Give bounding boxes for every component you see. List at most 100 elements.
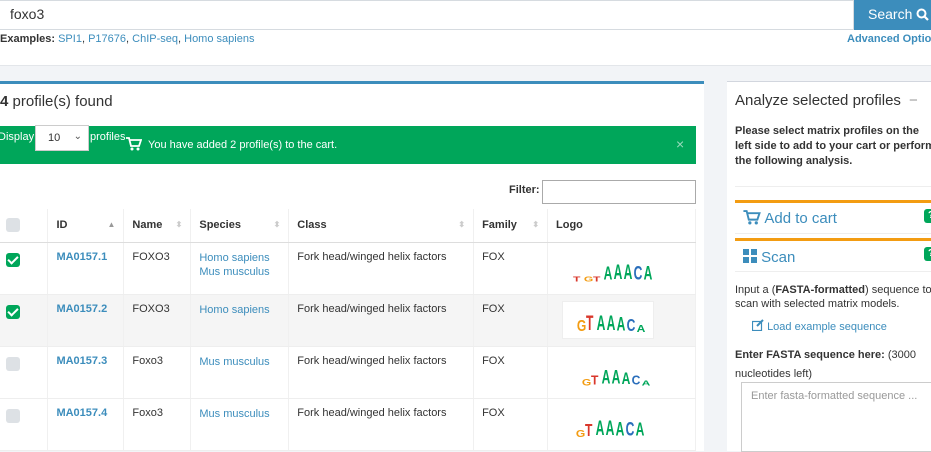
add-to-cart-section[interactable]: Add to cart ? <box>735 200 931 234</box>
logo-letter: T <box>585 419 593 440</box>
profile-name: FOXO3 <box>123 242 192 295</box>
sort-icon: ⬍ <box>458 220 466 229</box>
search-button[interactable]: Search <box>854 0 931 30</box>
logo-letter: C <box>626 314 636 335</box>
logo-letter: A <box>596 310 606 335</box>
profile-name: FOXO3 <box>123 294 192 347</box>
divider <box>735 186 931 187</box>
table-row[interactable]: MA0157.1 FOXO3 Homo sapiens Mus musculus … <box>0 242 696 295</box>
profile-id-link[interactable]: MA0157.1 <box>56 251 107 263</box>
load-example-link[interactable]: Load example sequence <box>751 319 887 333</box>
grid-icon <box>743 249 757 263</box>
species-link[interactable]: Mus musculus <box>199 355 288 369</box>
table-row[interactable]: MA0157.4 Foxo3 Mus musculus Fork head/wi… <box>0 398 696 451</box>
cart-icon <box>743 210 761 225</box>
logo-letter: A <box>606 310 616 335</box>
column-header-id[interactable]: ID ▲ <box>47 209 125 243</box>
species-link[interactable]: Mus musculus <box>199 407 288 421</box>
fasta-label: Enter FASTA sequence here: (3000 nucleot… <box>735 349 916 380</box>
profile-class: Fork head/winged helix factors <box>288 242 475 295</box>
sort-icon: ⬍ <box>175 220 183 229</box>
example-link[interactable]: SPI1 <box>58 33 82 45</box>
species-link[interactable]: Mus musculus <box>199 265 288 279</box>
profile-family: FOX <box>473 242 549 295</box>
cart-icon <box>126 137 142 151</box>
species-link[interactable]: Homo sapiens <box>199 303 288 317</box>
column-header-family[interactable]: Family ⬍ <box>473 209 549 243</box>
logo-letter: G <box>581 376 592 387</box>
table-row[interactable]: MA0157.2 FOXO3 Homo sapiens Fork head/wi… <box>0 294 696 347</box>
filter-input[interactable] <box>542 180 696 204</box>
scan-header[interactable]: Scan <box>743 249 795 266</box>
example-link[interactable]: P17676 <box>88 33 126 45</box>
search-input[interactable]: foxo3 <box>0 0 854 30</box>
profile-family: FOX <box>473 398 549 451</box>
edit-icon <box>751 319 764 332</box>
alert-message: You have added 2 profile(s) to the cart. <box>148 139 338 151</box>
logo-letter: A <box>603 262 613 284</box>
row-checkbox[interactable] <box>6 252 20 267</box>
column-header-logo: Logo <box>547 209 696 243</box>
profile-name: Foxo3 <box>123 398 192 451</box>
select-all-checkbox[interactable] <box>6 217 20 232</box>
table-row[interactable]: MA0157.3 Foxo3 Mus musculus Fork head/wi… <box>0 346 696 399</box>
scan-description: Input a (FASTA-formatted) sequence to sc… <box>735 284 931 310</box>
profiles-label: profiles <box>90 131 126 143</box>
logo-letter: A <box>605 415 615 440</box>
add-to-cart-button[interactable]: Add to cart <box>743 210 837 227</box>
logo-letter: A <box>643 260 653 284</box>
examples-label: Examples: <box>0 33 56 45</box>
logo-letter: G <box>583 274 594 283</box>
scan-section[interactable]: Scan ? <box>735 238 931 272</box>
species-link[interactable]: Homo sapiens <box>199 251 288 265</box>
logo-letter: A <box>615 416 625 440</box>
profile-id-link[interactable]: MA0157.2 <box>56 303 107 315</box>
profile-class: Fork head/winged helix factors <box>288 346 475 399</box>
display-label: Display <box>0 131 35 143</box>
help-icon[interactable]: ? <box>924 247 931 261</box>
results-count: 4 profile(s) found <box>0 93 113 110</box>
column-header-name[interactable]: Name ⬍ <box>123 209 192 243</box>
logo-letter: T <box>591 372 599 388</box>
profile-class: Fork head/winged helix factors <box>288 294 475 347</box>
page-size-select[interactable]: 10 ⌄ <box>35 125 89 151</box>
example-link[interactable]: Homo sapiens <box>184 33 254 45</box>
column-header-class[interactable]: Class ⬍ <box>288 209 475 243</box>
analyze-panel: Analyze selected profiles − Please select… <box>727 81 931 452</box>
search-bar: foxo3 Search Examples: SPI1, P17676, ChI… <box>0 0 931 66</box>
profile-id-link[interactable]: MA0157.4 <box>56 407 107 419</box>
logo-letter: A <box>616 311 626 335</box>
advanced-options-link[interactable]: Advanced Options <box>847 33 931 45</box>
collapse-icon[interactable]: − <box>909 92 918 109</box>
logo-letter: A <box>613 259 623 284</box>
logo-letter: C <box>633 260 643 284</box>
sequence-logo: GTAAACA <box>556 405 695 443</box>
filter-label: Filter: <box>509 184 540 196</box>
profile-name: Foxo3 <box>123 346 192 399</box>
select-all-header[interactable] <box>0 209 49 243</box>
profile-id-link[interactable]: MA0157.3 <box>56 355 107 367</box>
logo-letter: A <box>623 259 633 284</box>
analyze-note: Please select matrix profiles on the lef… <box>735 125 931 167</box>
logo-letter: T <box>586 310 594 335</box>
sequence-logo: GTAAACA <box>562 300 655 339</box>
row-checkbox[interactable] <box>6 356 20 371</box>
sequence-logo: TGTAAACA <box>556 249 695 287</box>
logo-letter: A <box>601 364 611 388</box>
logo-letter: C <box>625 416 635 440</box>
analyze-title: Analyze selected profiles − <box>735 92 918 109</box>
profile-class: Fork head/winged helix factors <box>288 398 475 451</box>
column-header-species[interactable]: Species ⬍ <box>190 209 290 243</box>
close-icon[interactable]: × <box>676 136 684 152</box>
logo-letter: A <box>621 368 631 388</box>
row-checkbox[interactable] <box>6 408 20 423</box>
search-button-label: Search <box>868 6 913 22</box>
profiles-table: ID ▲ Name ⬍ Species ⬍ Class ⬍ Family ⬍ Logo M… <box>0 209 696 451</box>
logo-letter: A <box>635 418 645 440</box>
sort-icon: ⬍ <box>273 220 281 229</box>
help-icon[interactable]: ? <box>924 209 931 223</box>
sort-icon: ⬍ <box>532 220 540 229</box>
example-link[interactable]: ChIP-seq <box>132 33 178 45</box>
logo-letter: C <box>631 372 641 388</box>
row-checkbox[interactable] <box>6 304 20 319</box>
